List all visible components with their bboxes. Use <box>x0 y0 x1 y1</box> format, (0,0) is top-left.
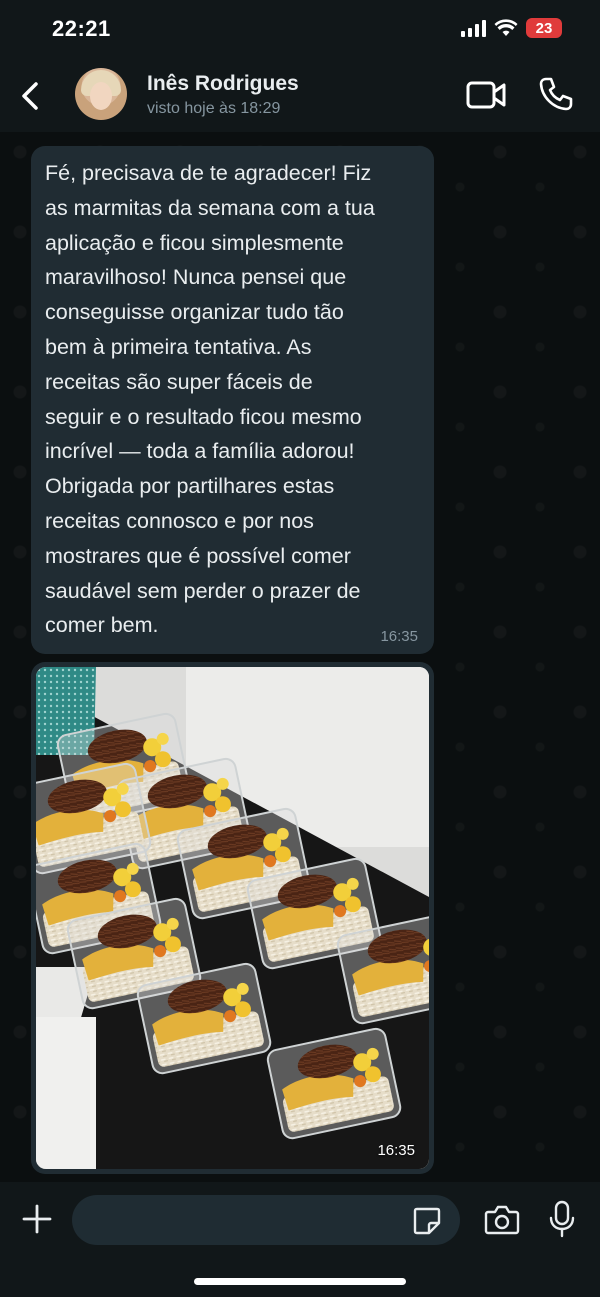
incoming-image-bubble[interactable]: 16:35 <box>31 662 434 1174</box>
status-time: 22:21 <box>52 16 111 41</box>
chat-area[interactable]: Fé, precisava de te agradecer! Fiz as ma… <box>0 132 600 1182</box>
meal-prep-photo[interactable]: 16:35 <box>36 667 429 1169</box>
message-input-bar <box>0 1182 600 1297</box>
back-button[interactable] <box>14 76 50 116</box>
battery-icon: 23 <box>526 18 562 38</box>
battery-level: 23 <box>535 19 553 37</box>
image-timestamp: 16:35 <box>377 1142 415 1159</box>
voice-call-button[interactable] <box>538 76 574 112</box>
message-text: Fé, precisava de te agradecer! Fiz as ma… <box>45 161 375 638</box>
signal-icon <box>461 19 486 37</box>
video-call-icon <box>466 81 506 109</box>
sticker-button[interactable] <box>412 1206 442 1236</box>
home-indicator <box>194 1278 406 1285</box>
status-icons: 23 <box>461 18 562 38</box>
plus-icon <box>22 1204 52 1234</box>
status-bar: 22:21 23 <box>0 0 600 60</box>
wifi-icon <box>494 19 518 36</box>
chat-header: Inês Rodrigues visto hoje às 18:29 <box>0 60 600 132</box>
message-input[interactable] <box>72 1195 460 1245</box>
chevron-left-icon <box>22 82 38 110</box>
avatar[interactable] <box>75 68 127 120</box>
contact-name[interactable]: Inês Rodrigues <box>147 72 299 96</box>
last-seen-status: visto hoje às 18:29 <box>147 100 281 117</box>
camera-button[interactable] <box>484 1204 520 1236</box>
incoming-message-bubble[interactable]: Fé, precisava de te agradecer! Fiz as ma… <box>31 146 434 654</box>
voice-message-button[interactable] <box>548 1200 576 1238</box>
phone-icon <box>539 77 573 111</box>
microphone-icon <box>549 1200 575 1238</box>
meal-prep-image <box>36 667 429 1169</box>
video-call-button[interactable] <box>466 78 506 112</box>
attach-button[interactable] <box>20 1202 54 1236</box>
message-timestamp: 16:35 <box>380 628 418 645</box>
camera-icon <box>484 1205 520 1235</box>
sticker-icon <box>413 1207 441 1235</box>
